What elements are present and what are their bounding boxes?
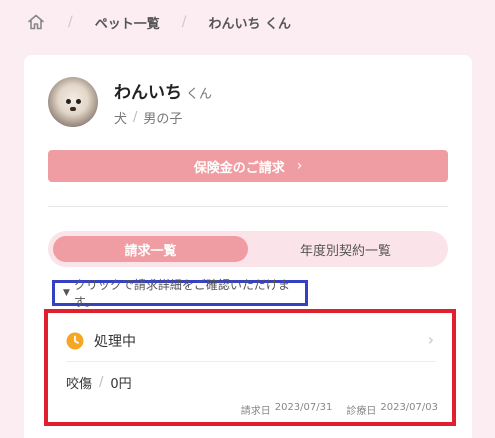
tab-claim-list[interactable]: 請求一覧 — [53, 236, 248, 262]
breadcrumb-current-pet: わんいち くん — [208, 16, 291, 32]
claim-highlight: 処理中 › 咬傷 / 0円 請求日 2023/07/31 診療日 2023/07… — [44, 309, 456, 426]
home-link[interactable] — [26, 12, 46, 32]
pet-species: 犬 — [114, 111, 128, 127]
chevron-right-icon: › — [427, 330, 434, 349]
insurance-claim-button[interactable]: 保険金のご請求 › — [48, 150, 448, 182]
pet-gender: 男の子 — [143, 111, 183, 127]
claim-amount: 0円 — [110, 377, 132, 392]
pet-card: わんいち くん 犬 / 男の子 保険金のご請求 › 請求一覧 年度別契約一覧 ▼… — [24, 55, 472, 438]
chevron-right-icon: › — [296, 158, 303, 174]
triangle-down-icon: ▼ — [63, 288, 70, 298]
claim-hint-text: クリックで請求詳細をご確認いただけます。 — [73, 278, 290, 309]
breadcrumb: / ペット一覧 / わんいち くん — [0, 0, 495, 44]
breadcrumb-separator: / — [181, 14, 187, 30]
claim-separator: / — [99, 375, 104, 390]
breadcrumb-separator: / — [68, 14, 73, 30]
divider — [48, 206, 448, 207]
divider — [66, 361, 436, 362]
pet-name: わんいち — [114, 82, 182, 103]
home-icon — [28, 14, 44, 30]
claim-date: 2023/07/31 — [274, 402, 333, 413]
tab-bar: 請求一覧 年度別契約一覧 — [48, 231, 448, 267]
claim-diagnosis: 咬傷 — [66, 377, 93, 392]
visit-date: 2023/07/03 — [380, 402, 438, 413]
clock-icon — [66, 332, 84, 350]
pet-name-suffix: くん — [186, 86, 213, 102]
pet-profile: わんいち くん 犬 / 男の子 — [48, 77, 212, 127]
breadcrumb-pet-list[interactable]: ペット一覧 — [95, 13, 160, 32]
pet-meta-separator: / — [133, 109, 138, 125]
claim-hint: ▼ クリックで請求詳細をご確認いただけます。 — [52, 278, 308, 309]
tab-annual-contracts[interactable]: 年度別契約一覧 — [248, 236, 443, 262]
visit-date-label: 診療日 — [346, 406, 377, 417]
claim-status: 処理中 — [94, 334, 136, 350]
claim-date-label: 請求日 — [240, 406, 271, 417]
claim-list-item[interactable]: 処理中 › 咬傷 / 0円 請求日 2023/07/31 診療日 2023/07… — [48, 313, 452, 422]
insurance-claim-button-label: 保険金のご請求 — [193, 160, 285, 176]
pet-avatar — [48, 77, 98, 127]
